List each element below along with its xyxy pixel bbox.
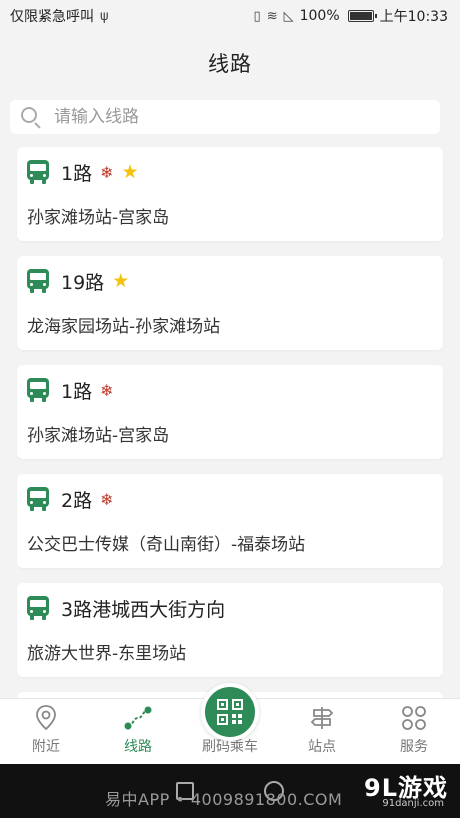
snowflake-icon: ❄	[100, 380, 114, 400]
tab-label: 线路	[124, 739, 152, 755]
route-card[interactable]: 2路 ❄ 公交巴士传媒（奇山南街）-福泰场站	[17, 474, 443, 568]
bus-icon	[27, 596, 49, 620]
route-stops: 龙海家园场站-孙家滩场站	[27, 317, 221, 337]
wifi-icon: ≋	[266, 8, 278, 24]
route-stops: 旅游大世界-东里场站	[27, 644, 187, 664]
battery-percent: 100%	[299, 8, 340, 24]
route-list: 1路 ❄ ★ 孙家滩场站-宫家岛 19路 ★ 龙海家园场站-孙家滩场站 1路 ❄…	[17, 147, 443, 712]
route-card[interactable]: 1路 ❄ 孙家滩场站-宫家岛	[17, 365, 443, 459]
page-title: 线路	[208, 52, 252, 76]
carrier-text: 仅限紧急呼叫	[10, 9, 94, 25]
battery-icon	[347, 10, 377, 22]
bus-icon	[27, 160, 49, 184]
location-pin-icon	[35, 704, 57, 732]
route-icon	[123, 704, 153, 732]
route-name: 1路	[61, 162, 93, 185]
signpost-icon	[309, 704, 335, 732]
route-name: 19路	[61, 271, 105, 294]
route-card[interactable]: 3路港城西大街方向 旅游大世界-东里场站	[17, 583, 443, 677]
route-name: 1路	[61, 380, 93, 403]
route-stops: 公交巴士传媒（奇山南街）-福泰场站	[27, 535, 306, 555]
route-stops: 孙家滩场站-宫家岛	[27, 426, 170, 446]
scan-ride-button[interactable]	[201, 683, 259, 741]
tab-stations[interactable]: 站点	[276, 699, 368, 764]
route-card[interactable]: 1路 ❄ ★ 孙家滩场站-宫家岛	[17, 147, 443, 241]
tab-nearby[interactable]: 附近	[0, 699, 92, 764]
status-right: ▯ ≋ ◺ 100% 上午10:33	[254, 6, 448, 26]
route-stops: 孙家滩场站-宫家岛	[27, 208, 170, 228]
brand-site: 91danji.com	[382, 798, 444, 809]
route-name: 2路	[61, 489, 93, 512]
favorite-star-icon[interactable]: ★	[112, 270, 129, 292]
tab-services[interactable]: 服务	[368, 699, 460, 764]
vibrate-icon: ▯	[253, 8, 261, 24]
tab-label: 服务	[400, 739, 428, 755]
tab-routes[interactable]: 线路	[92, 699, 184, 764]
snowflake-icon: ❄	[100, 489, 114, 509]
qr-code-icon	[217, 699, 243, 725]
snowflake-icon: ❄	[100, 162, 114, 182]
favorite-star-icon[interactable]: ★	[122, 161, 139, 183]
search-box[interactable]	[10, 100, 440, 134]
tab-label: 附近	[32, 739, 60, 755]
grid-flower-icon	[401, 704, 427, 732]
bus-icon	[27, 269, 49, 293]
tab-label: 站点	[308, 739, 336, 755]
search-icon	[20, 106, 42, 129]
watermark-text: 易中APP • 4009891800.COM	[105, 790, 343, 809]
usb-icon: ψ	[100, 8, 109, 24]
route-name: 3路港城西大街方向	[61, 598, 226, 621]
search-input[interactable]	[54, 107, 414, 127]
status-bar: 仅限紧急呼叫 ψ ▯ ≋ ◺ 100% 上午10:33	[0, 0, 460, 32]
clock: 上午10:33	[379, 9, 448, 25]
route-card[interactable]: 19路 ★ 龙海家园场站-孙家滩场站	[17, 256, 443, 350]
no-signal-icon: ◺	[283, 8, 294, 24]
status-left: 仅限紧急呼叫 ψ	[10, 6, 109, 26]
bus-icon	[27, 487, 49, 511]
bus-icon	[27, 378, 49, 402]
